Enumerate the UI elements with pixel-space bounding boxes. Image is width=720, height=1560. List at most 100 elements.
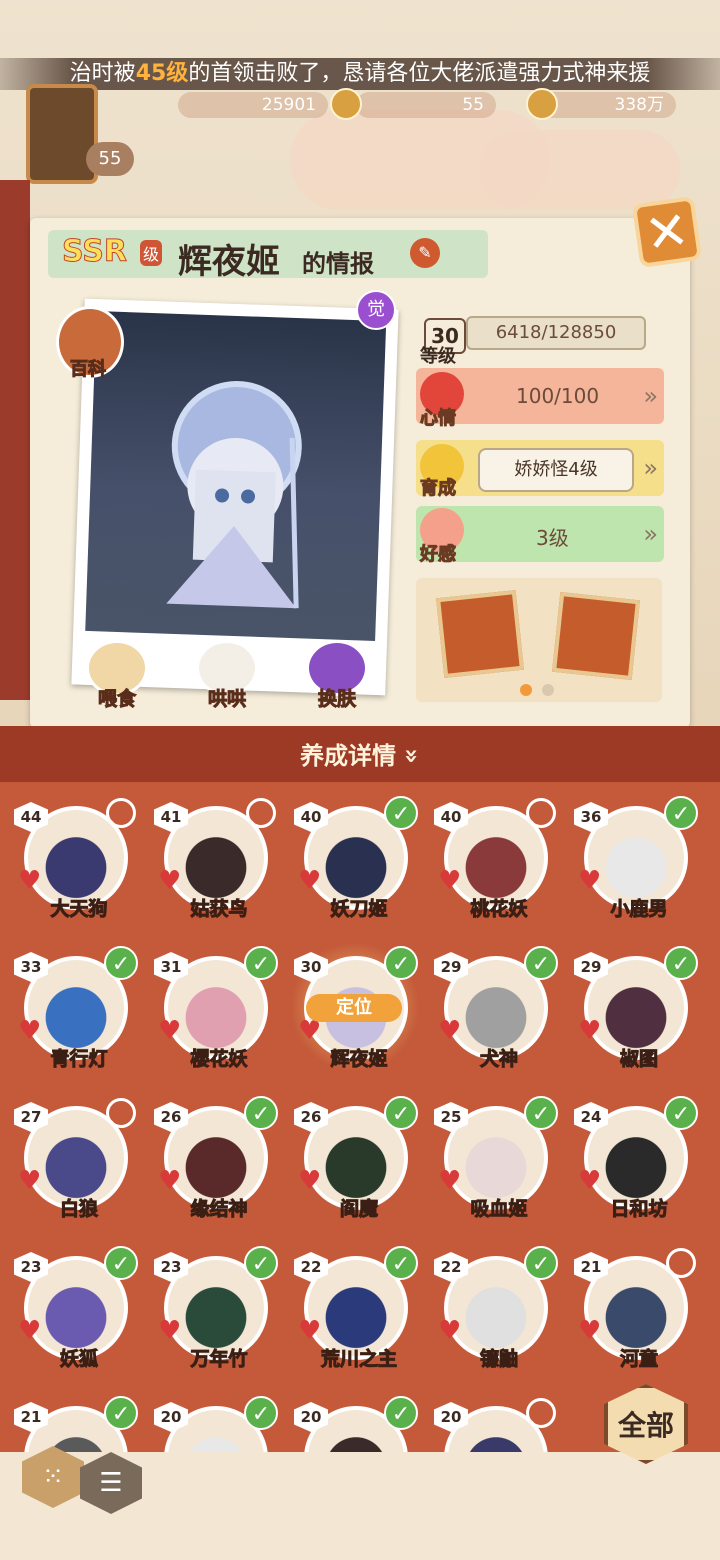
checkmark-icon: ✓ [104, 946, 138, 980]
section-title[interactable]: 养成详情 » [0, 736, 720, 771]
heart-icon: ♥ [18, 1016, 42, 1046]
player-avatar[interactable] [26, 84, 98, 184]
shikigami-card[interactable]: 26 ✓ ♥ 阎魔 [294, 1092, 418, 1232]
shikigami-card[interactable]: 22 ✓ ♥ 荒川之主 [294, 1242, 418, 1382]
shikigami-card[interactable]: 23 ✓ ♥ 妖狐 [14, 1242, 138, 1382]
heart-icon: ♥ [158, 1016, 182, 1046]
shikigami-card[interactable]: 29 ✓ ♥ 椒图 [574, 942, 698, 1082]
cloud-decoration [480, 130, 680, 210]
page-dot[interactable] [542, 684, 554, 696]
shikigami-card[interactable]: 22 ✓ ♥ 镰鼬 [434, 1242, 558, 1382]
encyclopedia-label[interactable]: 百科 [70, 355, 107, 381]
banner-text-post: 的首领击败了，恳请各位大佬派遣强力式神来援 [188, 61, 651, 86]
checkmark-icon: ✓ [664, 796, 698, 830]
heart-icon: ♥ [158, 1166, 182, 1196]
checkmark-icon: ✓ [524, 1246, 558, 1280]
shikigami-card[interactable]: 44 ♥ 大天狗 [14, 792, 136, 932]
status-icon [106, 798, 136, 828]
rarity-suffix: 级 [140, 240, 163, 266]
status-icon [526, 1398, 556, 1428]
heart-icon: ♥ [18, 1316, 42, 1346]
card-name: 青行灯 [50, 1048, 108, 1071]
growth-value: 娇娇怪4级 [478, 448, 634, 492]
checkmark-icon: ✓ [384, 1096, 418, 1130]
shikigami-card[interactable]: 25 ✓ ♥ 吸血姬 [434, 1092, 558, 1232]
character-portrait-frame [71, 298, 399, 696]
status-icon [246, 798, 276, 828]
mood-value: 100/100 [516, 384, 600, 408]
awaken-badge[interactable]: 觉 [356, 290, 396, 330]
resource-2: 55 [356, 92, 496, 118]
skin-button[interactable]: 换肤 [302, 684, 372, 711]
card-name: 万年竹 [190, 1348, 248, 1371]
heart-icon: ♥ [298, 1166, 322, 1196]
checkmark-icon: ✓ [384, 946, 418, 980]
shikigami-card[interactable]: 27 ♥ 白狼 [14, 1092, 136, 1232]
coin-icon [526, 88, 558, 120]
card-name: 白狼 [59, 1198, 98, 1221]
card-name: 镰鼬 [479, 1348, 518, 1371]
card-name: 河童 [619, 1348, 658, 1371]
feed-button[interactable]: 喂食 [82, 684, 152, 711]
character-name: 辉夜姬 [178, 242, 280, 282]
checkmark-icon: ✓ [384, 1246, 418, 1280]
checkmark-icon: ✓ [384, 796, 418, 830]
coax-button[interactable]: 哄哄 [192, 684, 262, 711]
chevron-down-icon: » [398, 748, 427, 764]
heart-icon: ♥ [578, 1166, 602, 1196]
gift-item-daruma[interactable] [552, 592, 640, 680]
status-icon [526, 798, 556, 828]
checkmark-icon: ✓ [244, 1096, 278, 1130]
banner-highlight: 45级 [135, 61, 189, 86]
shikigami-card[interactable]: 23 ✓ ♥ 万年竹 [154, 1242, 278, 1382]
checkmark-icon: ✓ [664, 1096, 698, 1130]
heart-icon: ♥ [578, 1316, 602, 1346]
card-name: 妖狐 [59, 1348, 98, 1371]
shikigami-card[interactable]: 26 ✓ ♥ 缘结神 [154, 1092, 278, 1232]
checkmark-icon: ✓ [244, 946, 278, 980]
shikigami-card[interactable]: 36 ✓ ♥ 小鹿男 [574, 792, 698, 932]
shikigami-card[interactable]: 41 ♥ 姑获鸟 [154, 792, 276, 932]
status-icon [666, 1248, 696, 1278]
card-name: 大天狗 [50, 898, 108, 921]
portrait-scene [85, 311, 387, 641]
shikigami-card[interactable]: 40 ✓ ♥ 妖刀姬 [294, 792, 418, 932]
heart-icon: ♥ [298, 866, 322, 896]
locate-button[interactable]: 定位 [306, 994, 402, 1022]
card-name: 樱花妖 [190, 1048, 248, 1071]
shikigami-card[interactable]: 40 ♥ 桃花妖 [434, 792, 556, 932]
section-title-text: 养成详情 [300, 742, 397, 770]
card-name: 姑获鸟 [190, 898, 248, 921]
level-label: 等级 [420, 346, 456, 367]
card-name: 荒川之主 [320, 1348, 397, 1371]
checkmark-icon: ✓ [244, 1396, 278, 1430]
heart-icon: ♥ [438, 866, 462, 896]
shikigami-card[interactable]: 33 ✓ ♥ 青行灯 [14, 942, 138, 1082]
growth-label: 育成 [420, 478, 457, 500]
checkmark-icon: ✓ [384, 1396, 418, 1430]
page-dot-active[interactable] [520, 684, 532, 696]
resource-2-icon [330, 88, 362, 120]
heart-icon: ♥ [298, 1316, 322, 1346]
exp-bar: 6418/128850 [466, 316, 646, 350]
shikigami-card[interactable]: 24 ✓ ♥ 日和坊 [574, 1092, 698, 1232]
mood-label: 心情 [420, 408, 457, 430]
card-name: 辉夜姬 [330, 1048, 388, 1071]
favor-value: 3级 [536, 526, 569, 550]
card-name: 阎魔 [339, 1198, 378, 1221]
checkmark-icon: ✓ [524, 946, 558, 980]
checkmark-icon: ✓ [524, 1096, 558, 1130]
gift-item-food[interactable] [436, 590, 524, 678]
close-button[interactable]: ✕ [631, 195, 703, 269]
heart-icon: ♥ [18, 1166, 42, 1196]
shikigami-card[interactable]: 21 ♥ 河童 [574, 1242, 696, 1382]
card-name: 日和坊 [610, 1198, 668, 1221]
shikigami-card[interactable]: 31 ✓ ♥ 樱花妖 [154, 942, 278, 1082]
shikigami-card[interactable]: 29 ✓ ♥ 犬神 [434, 942, 558, 1082]
card-name: 吸血姬 [470, 1198, 528, 1221]
heart-icon: ♥ [438, 1316, 462, 1346]
book-edge [0, 180, 30, 700]
edit-pencil-icon[interactable]: ✎ [410, 238, 440, 268]
shikigami-figure [166, 381, 302, 609]
heart-icon: ♥ [158, 866, 182, 896]
